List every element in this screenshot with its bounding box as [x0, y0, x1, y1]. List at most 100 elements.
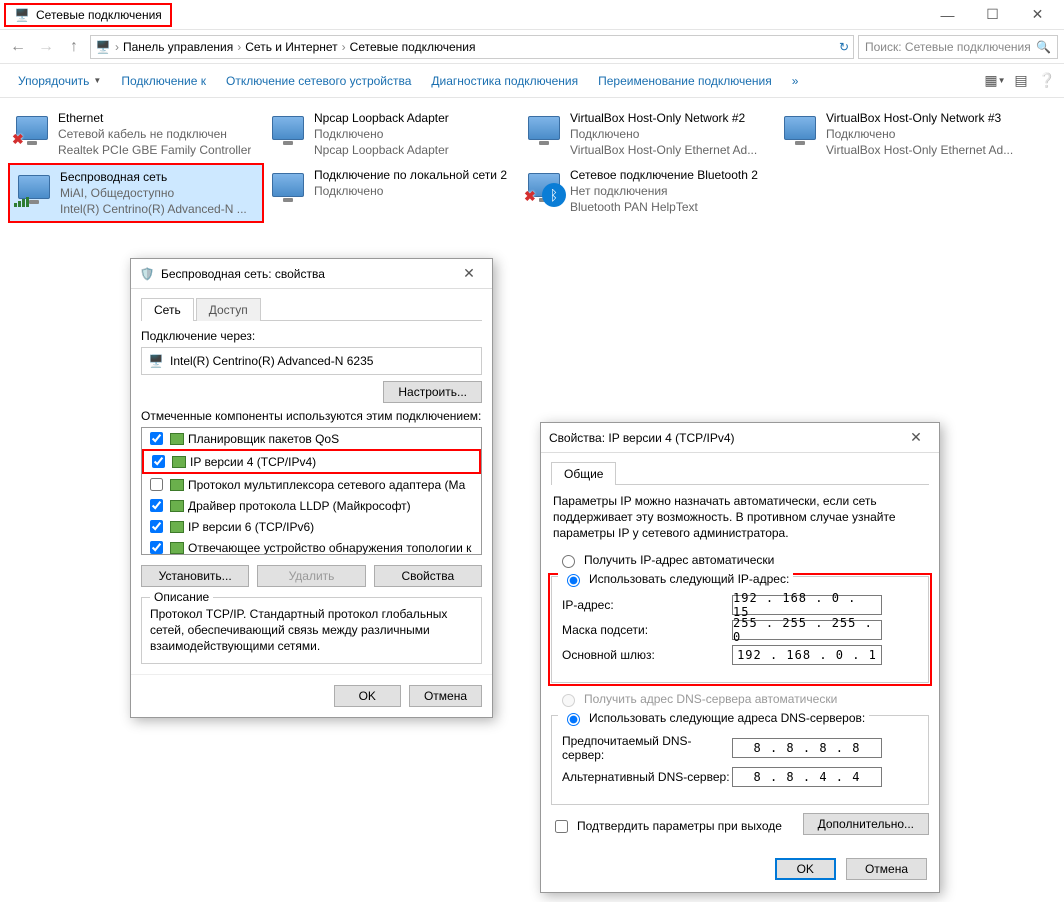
adapter-item[interactable]: Беспроводная сетьMiAI, ОбщедоступноIntel… [8, 163, 264, 224]
organize-menu[interactable]: Упорядочить▼ [8, 68, 111, 94]
adapter-description: Bluetooth PAN HelpText [570, 199, 758, 215]
configure-button[interactable]: Настроить... [383, 381, 482, 403]
confirm-checkbox[interactable] [555, 820, 568, 833]
auto-ip-radio[interactable]: Получить IP-адрес автоматически [557, 552, 929, 568]
adapter-name: Сетевое подключение Bluetooth 2 [570, 167, 758, 183]
network-icon: 🖥️ [95, 39, 111, 55]
adapter-field: 🖥️ Intel(R) Centrino(R) Advanced-N 6235 [141, 347, 482, 375]
up-button[interactable]: ↑ [62, 35, 86, 59]
adapter-item[interactable]: VirtualBox Host-Only Network #3Подключен… [776, 106, 1032, 163]
breadcrumb[interactable]: 🖥️ › Панель управления › Сеть и Интернет… [90, 35, 854, 59]
description-text: Протокол TCP/IP. Стандартный протокол гл… [150, 606, 473, 655]
cancel-button-2[interactable]: Отмена [846, 858, 927, 880]
auto-ip-radio-input[interactable] [562, 555, 575, 568]
components-label: Отмеченные компоненты используются этим … [141, 409, 482, 423]
maximize-button[interactable]: ☐ [970, 1, 1015, 29]
help-icon[interactable]: ❔ [1038, 72, 1056, 90]
protocol-icon [170, 500, 184, 512]
breadcrumb-3[interactable]: Сетевые подключения [350, 40, 476, 54]
component-item[interactable]: Отвечающее устройство обнаружения тополо… [142, 537, 481, 555]
dialog2-close-button[interactable]: ✕ [901, 426, 931, 450]
minimize-button[interactable]: — [925, 1, 970, 29]
use-dns-radio-input[interactable] [567, 713, 580, 726]
remove-button[interactable]: Удалить [257, 565, 365, 587]
component-item[interactable]: Планировщик пакетов QoS [142, 428, 481, 449]
component-item[interactable]: Протокол мультиплексора сетевого адаптер… [142, 474, 481, 495]
protocol-icon [172, 456, 186, 468]
forward-button[interactable]: → [34, 35, 58, 59]
app-icon: 🖥️ [14, 7, 30, 23]
adapter-item[interactable]: Npcap Loopback AdapterПодключеноNpcap Lo… [264, 106, 520, 163]
adapter-name: Intel(R) Centrino(R) Advanced-N 6235 [170, 354, 373, 368]
component-checkbox[interactable] [150, 478, 163, 491]
adapter-item[interactable]: Подключение по локальной сети 2Подключен… [264, 163, 520, 224]
adapter-icon [270, 167, 306, 203]
components-list[interactable]: Планировщик пакетов QoSIP версии 4 (TCP/… [141, 427, 482, 555]
close-button[interactable]: ✕ [1015, 1, 1060, 29]
preview-pane-icon[interactable]: ▤ [1012, 72, 1030, 90]
component-checkbox[interactable] [150, 499, 163, 512]
disconnected-icon: ✖ [12, 131, 24, 148]
adapter-status: Подключено [826, 126, 1013, 142]
more-menu[interactable]: » [782, 68, 809, 94]
disconnected-icon: ✖ [524, 188, 536, 205]
component-checkbox[interactable] [152, 455, 165, 468]
bluetooth-icon: ᛒ [542, 183, 566, 207]
component-label: Драйвер протокола LLDP (Майкрософт) [188, 499, 411, 513]
tab-general[interactable]: Общие [551, 462, 616, 485]
adapter-icon: ✖ᛒ [526, 167, 562, 203]
ok-button[interactable]: OK [334, 685, 401, 707]
component-item[interactable]: IP версии 6 (TCP/IPv6) [142, 516, 481, 537]
dialog-close-button[interactable]: ✕ [454, 262, 484, 286]
adapter-icon [782, 110, 818, 146]
adapter-status: Подключено [570, 126, 757, 142]
tab-access[interactable]: Доступ [196, 298, 261, 321]
subnet-mask-input[interactable]: 255 . 255 . 255 . 0 [732, 620, 882, 640]
adapter-item[interactable]: ✖EthernetСетевой кабель не подключенReal… [8, 106, 264, 163]
ip-address-input[interactable]: 192 . 168 . 0 . 15 [732, 595, 882, 615]
subnet-mask-label: Маска подсети: [562, 623, 732, 637]
disable-device-menu[interactable]: Отключение сетевого устройства [216, 68, 421, 94]
cancel-button[interactable]: Отмена [409, 685, 482, 707]
dns2-input[interactable]: 8 . 8 . 4 . 4 [732, 767, 882, 787]
component-checkbox[interactable] [150, 541, 163, 554]
dns1-input[interactable]: 8 . 8 . 8 . 8 [732, 738, 882, 758]
component-checkbox[interactable] [150, 520, 163, 533]
auto-dns-radio-input [562, 694, 575, 707]
wifi-signal-icon [14, 197, 29, 207]
adapter-item[interactable]: VirtualBox Host-Only Network #2Подключен… [520, 106, 776, 163]
adapter-item[interactable]: ✖ᛒСетевое подключение Bluetooth 2Нет под… [520, 163, 776, 224]
component-item[interactable]: Драйвер протокола LLDP (Майкрософт) [142, 495, 481, 516]
rename-menu[interactable]: Переименование подключения [588, 68, 782, 94]
breadcrumb-1[interactable]: Панель управления [123, 40, 233, 54]
component-checkbox[interactable] [150, 432, 163, 445]
use-dns-radio[interactable]: Использовать следующие адреса DNS-сервер… [558, 710, 869, 726]
gateway-label: Основной шлюз: [562, 648, 732, 662]
tab-network[interactable]: Сеть [141, 298, 194, 321]
protocol-icon [170, 433, 184, 445]
component-label: Протокол мультиплексора сетевого адаптер… [188, 478, 465, 492]
diagnose-menu[interactable]: Диагностика подключения [421, 68, 588, 94]
adapter-name: Подключение по локальной сети 2 [314, 167, 507, 183]
confirm-checkbox-row[interactable]: Подтвердить параметры при выходе [551, 817, 782, 836]
advanced-button[interactable]: Дополнительно... [803, 813, 929, 835]
ok-button-2[interactable]: OK [775, 858, 836, 880]
refresh-icon[interactable]: ↻ [839, 40, 849, 54]
adapter-status: Подключено [314, 183, 507, 199]
adapter-status: Подключено [314, 126, 449, 142]
use-ip-radio[interactable]: Использовать следующий IP-адрес: [558, 571, 793, 587]
protocol-icon [170, 542, 184, 554]
connect-to-menu[interactable]: Подключение к [111, 68, 216, 94]
use-ip-fieldset: Использовать следующий IP-адрес: IP-адре… [551, 576, 929, 683]
back-button[interactable]: ← [6, 35, 30, 59]
breadcrumb-2[interactable]: Сеть и Интернет [245, 40, 337, 54]
gateway-input[interactable]: 192 . 168 . 0 . 1 [732, 645, 882, 665]
ip-address-label: IP-адрес: [562, 598, 732, 612]
properties-button[interactable]: Свойства [374, 565, 482, 587]
component-item[interactable]: IP версии 4 (TCP/IPv4) [142, 449, 481, 474]
install-button[interactable]: Установить... [141, 565, 249, 587]
adapter-description: Intel(R) Centrino(R) Advanced-N ... [60, 201, 247, 217]
search-input[interactable]: Поиск: Сетевые подключения 🔍 [858, 35, 1058, 59]
view-icon[interactable]: ▦▼ [986, 72, 1004, 90]
use-ip-radio-input[interactable] [567, 574, 580, 587]
